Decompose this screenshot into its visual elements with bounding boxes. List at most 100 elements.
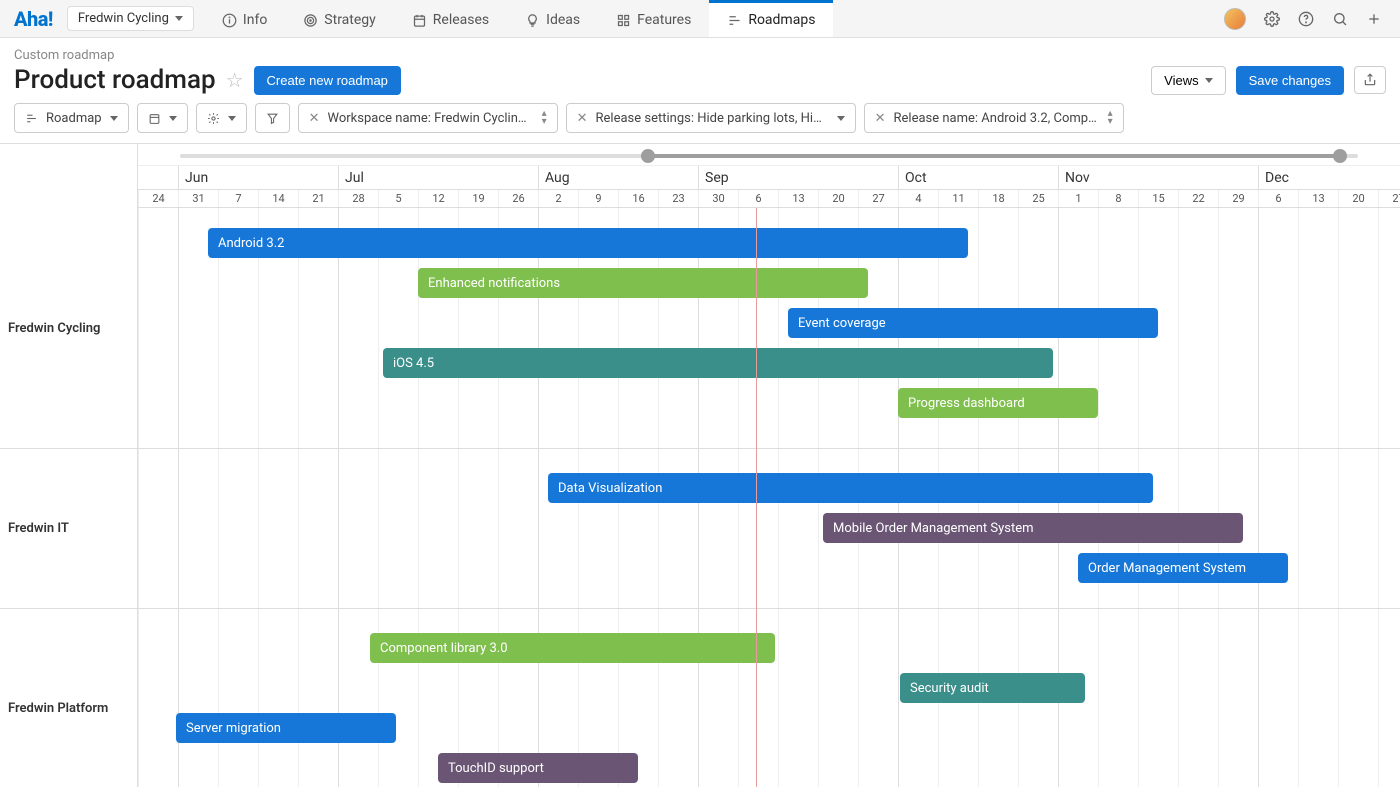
range-slider[interactable]	[138, 144, 1400, 166]
day-label: 1	[1058, 190, 1098, 207]
roadmap-dropdown[interactable]: Roadmap	[14, 103, 129, 133]
day-label: 12	[418, 190, 458, 207]
create-roadmap-button[interactable]: Create new roadmap	[254, 66, 401, 95]
filter-button[interactable]	[255, 103, 290, 133]
release-name-filter[interactable]: ✕ Release name: Android 3.2, Compone… ▴▾	[864, 103, 1124, 133]
chevron-down-icon	[169, 116, 177, 121]
tab-label: Info	[243, 12, 267, 28]
gantt-grid[interactable]: Android 3.2 Enhanced notifications Event c…	[138, 208, 1400, 787]
tab-info[interactable]: Info	[204, 0, 285, 37]
clear-icon[interactable]: ✕	[309, 111, 320, 126]
clear-icon[interactable]: ✕	[577, 111, 588, 126]
day-label: 27	[858, 190, 898, 207]
gantt-bar[interactable]: iOS 4.5	[383, 348, 1053, 378]
gantt-bar[interactable]: Server migration	[176, 713, 396, 743]
day-label: 20	[818, 190, 858, 207]
release-settings-filter[interactable]: ✕ Release settings: Hide parking lots, H…	[566, 103, 856, 133]
nav-right-icons	[1224, 8, 1400, 30]
day-label: 23	[658, 190, 698, 207]
gantt-bar[interactable]: Enhanced notifications	[418, 268, 868, 298]
day-label: 27	[1378, 190, 1400, 207]
month-header: JunJulAugSepOctNovDec	[138, 166, 1400, 190]
search-icon[interactable]	[1332, 11, 1348, 27]
workspace-filter[interactable]: ✕ Workspace name: Fredwin Cycling, Fr… ▴…	[298, 103, 558, 133]
workspace-selector[interactable]: Fredwin Cycling	[67, 6, 194, 31]
views-button[interactable]: Views	[1151, 66, 1225, 95]
day-label: 24	[138, 190, 178, 207]
plus-icon[interactable]	[1366, 11, 1382, 27]
avatar[interactable]	[1224, 8, 1246, 30]
tab-roadmaps[interactable]: Roadmaps	[709, 0, 833, 37]
gear-icon	[207, 112, 220, 125]
button-label: Create new roadmap	[267, 73, 388, 88]
row-labels-column: Fredwin CyclingFredwin ITFredwin Platfor…	[0, 144, 138, 787]
tab-ideas[interactable]: Ideas	[507, 0, 598, 37]
save-changes-button[interactable]: Save changes	[1236, 66, 1344, 95]
tab-releases[interactable]: Releases	[394, 0, 507, 37]
gantt-row-group: Component library 3.0 Security audit Serve…	[138, 608, 1400, 808]
clear-icon[interactable]: ✕	[875, 111, 886, 126]
gantt-bar[interactable]: Component library 3.0	[370, 633, 775, 663]
month-label: Oct	[898, 166, 1058, 189]
day-label: 11	[938, 190, 978, 207]
group-label: Fredwin Platform	[0, 608, 137, 808]
day-label: 6	[1258, 190, 1298, 207]
gantt-bar[interactable]: Data Visualization	[548, 473, 1153, 503]
share-button[interactable]	[1354, 66, 1386, 94]
day-label: 13	[778, 190, 818, 207]
date-dropdown[interactable]	[137, 103, 188, 133]
tab-label: Features	[637, 12, 691, 28]
gantt-bar[interactable]: Event coverage	[788, 308, 1158, 338]
day-label: 31	[178, 190, 218, 207]
share-icon	[1363, 73, 1377, 87]
timeline: Fredwin CyclingFredwin ITFredwin Platfor…	[0, 143, 1400, 787]
chevron-down-icon	[228, 116, 236, 121]
gantt-bar[interactable]: Progress dashboard	[898, 388, 1098, 418]
button-label: Views	[1164, 73, 1198, 88]
settings-dropdown[interactable]	[196, 103, 247, 133]
day-label: 7	[218, 190, 258, 207]
day-label: 25	[1018, 190, 1058, 207]
list-icon	[25, 112, 38, 125]
gantt-bar[interactable]: Mobile Order Management System	[823, 513, 1243, 543]
help-icon[interactable]	[1298, 11, 1314, 27]
bulb-icon	[525, 13, 540, 28]
gear-icon[interactable]	[1264, 11, 1280, 27]
tab-label: Ideas	[546, 12, 580, 28]
month-label: Aug	[538, 166, 698, 189]
slider-handle-right[interactable]	[1333, 149, 1347, 163]
slider-handle-left[interactable]	[641, 149, 655, 163]
tab-features[interactable]: Features	[598, 0, 709, 37]
day-label: 19	[458, 190, 498, 207]
month-label: Nov	[1058, 166, 1258, 189]
day-label: 9	[578, 190, 618, 207]
funnel-icon	[266, 112, 279, 125]
star-icon[interactable]: ☆	[226, 68, 244, 92]
gantt-bar[interactable]: Android 3.2	[208, 228, 968, 258]
nav-tabs: Info Strategy Releases Ideas Features Ro…	[204, 0, 834, 37]
select-icon: ▴▾	[1108, 110, 1113, 126]
chevron-down-icon	[1205, 78, 1213, 83]
group-label: Fredwin Cycling	[0, 208, 137, 448]
month-label: Dec	[1258, 166, 1400, 189]
day-label: 28	[338, 190, 378, 207]
gantt-bar[interactable]: Order Management System	[1078, 553, 1288, 583]
page-title: Product roadmap	[14, 65, 216, 95]
gantt-bar[interactable]: Security audit	[900, 673, 1085, 703]
tab-strategy[interactable]: Strategy	[285, 0, 393, 37]
day-label: 6	[738, 190, 778, 207]
top-nav: Aha! Fredwin Cycling Info Strategy Relea…	[0, 0, 1400, 38]
day-label: 2	[538, 190, 578, 207]
calendar-icon	[412, 13, 427, 28]
gantt-row-group: Data Visualization Mobile Order Managemen…	[138, 448, 1400, 608]
tab-label: Strategy	[324, 12, 375, 28]
today-marker	[756, 208, 757, 787]
tab-label: Releases	[433, 12, 489, 28]
day-label: 8	[1098, 190, 1138, 207]
info-icon	[222, 13, 237, 28]
gantt-bar[interactable]: TouchID support	[438, 753, 638, 783]
day-label: 14	[258, 190, 298, 207]
filter-label: Roadmap	[46, 111, 102, 126]
day-label: 13	[1298, 190, 1338, 207]
gantt-row-group: Android 3.2 Enhanced notifications Event c…	[138, 208, 1400, 448]
